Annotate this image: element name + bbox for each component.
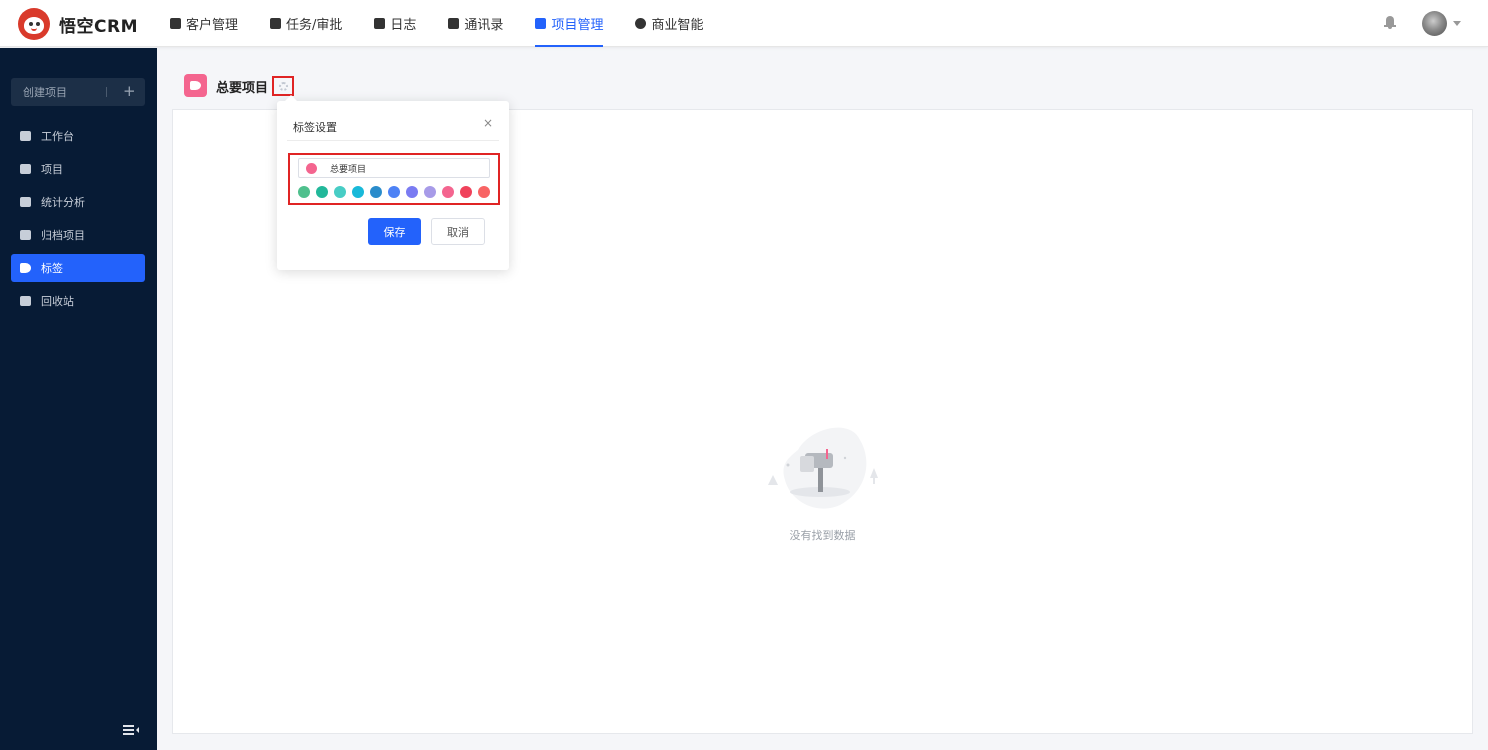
list-icon: [20, 164, 31, 174]
divider: [287, 140, 499, 141]
sidebar-item-recycle-bin[interactable]: 回收站: [11, 287, 145, 315]
color-swatch[interactable]: [460, 186, 472, 198]
plus-icon[interactable]: +: [123, 82, 136, 100]
briefcase-icon: [270, 18, 282, 29]
nav-item-label: 通讯录: [464, 18, 504, 33]
selected-color-dot: [306, 162, 317, 174]
color-swatches: [298, 186, 496, 198]
monkey-logo-icon: [18, 8, 50, 40]
nav-item-projects[interactable]: 项目管理: [535, 0, 604, 47]
nav-item-label: 任务/审批: [286, 18, 343, 33]
color-swatch[interactable]: [478, 186, 490, 198]
nav-item-label: 日志: [390, 18, 417, 33]
logo-text: 悟空CRM: [59, 16, 138, 37]
empty-state-text: 没有找到数据: [789, 529, 856, 542]
save-button[interactable]: 保存: [368, 218, 421, 245]
color-swatch[interactable]: [334, 186, 346, 198]
tag-settings-popover: 标签设置 × 保存 取消: [277, 95, 509, 270]
nav-item-journal[interactable]: 日志: [374, 0, 416, 47]
nav-item-label: 客户管理: [186, 18, 239, 33]
bell-icon[interactable]: [1384, 16, 1396, 29]
app-logo[interactable]: 悟空CRM: [18, 8, 138, 40]
building-icon: [170, 18, 181, 29]
nav-item-bi[interactable]: 商业智能: [635, 0, 703, 47]
tag-name-field[interactable]: [298, 158, 490, 178]
sidebar-item-label: 归档项目: [41, 229, 85, 242]
page-title: 总要项目: [216, 81, 269, 96]
sidebar-item-label: 回收站: [41, 295, 74, 308]
shield-icon: [635, 18, 647, 29]
sidebar-item-label: 项目: [41, 163, 63, 176]
color-swatch[interactable]: [424, 186, 436, 198]
collapse-sidebar-icon[interactable]: [123, 724, 139, 736]
bar-chart-icon: [20, 197, 31, 207]
monitor-icon: [20, 131, 31, 141]
sidebar-item-project[interactable]: 项目: [11, 155, 145, 183]
create-project-button[interactable]: 创建项目 +: [11, 78, 145, 106]
cancel-button[interactable]: 取消: [431, 218, 485, 245]
popover-title: 标签设置: [293, 121, 337, 134]
journal-icon: [374, 18, 386, 29]
avatar[interactable]: [1422, 11, 1447, 36]
color-swatch[interactable]: [406, 186, 418, 198]
sidebar-item-archive[interactable]: 归档项目: [11, 221, 145, 249]
top-navbar: 悟空CRM 客户管理 任务/审批 日志 通讯录 项目管理 商业智能: [0, 0, 1488, 47]
nav-item-label: 项目管理: [551, 18, 604, 33]
color-swatch[interactable]: [388, 186, 400, 198]
sidebar-item-tags[interactable]: 标签: [11, 254, 145, 282]
sidebar-menu: 工作台 项目 统计分析 归档项目 标签 回收站: [11, 122, 145, 320]
color-swatch[interactable]: [352, 186, 364, 198]
main-nav: 客户管理 任务/审批 日志 通讯录 项目管理 商业智能: [170, 0, 735, 47]
sidebar: 创建项目 + 工作台 项目 统计分析 归档项目 标签 回收站: [0, 48, 157, 750]
close-icon[interactable]: ×: [483, 116, 493, 130]
divider: [106, 87, 107, 97]
nav-item-label: 商业智能: [651, 18, 704, 33]
chevron-down-icon[interactable]: [1453, 21, 1461, 26]
tag-settings-button[interactable]: [272, 76, 294, 96]
color-swatch[interactable]: [316, 186, 328, 198]
tag-name-input[interactable]: [330, 163, 480, 173]
empty-mailbox-icon: [768, 427, 878, 509]
sidebar-item-label: 标签: [41, 262, 63, 275]
archive-icon: [20, 230, 31, 240]
nav-item-tasks[interactable]: 任务/审批: [270, 0, 342, 47]
gear-icon: [279, 82, 288, 91]
tag-badge-icon: [184, 74, 207, 97]
sidebar-item-workbench[interactable]: 工作台: [11, 122, 145, 150]
nav-item-customers[interactable]: 客户管理: [170, 0, 238, 47]
trash-icon: [20, 296, 31, 306]
nav-item-contacts[interactable]: 通讯录: [448, 0, 503, 47]
sidebar-item-label: 工作台: [41, 130, 74, 143]
project-icon: [535, 18, 547, 29]
color-swatch[interactable]: [370, 186, 382, 198]
color-swatch[interactable]: [298, 186, 310, 198]
sidebar-item-statistics[interactable]: 统计分析: [11, 188, 145, 216]
sidebar-item-label: 统计分析: [41, 196, 85, 209]
create-project-label: 创建项目: [23, 86, 67, 99]
tag-edit-section: [288, 153, 500, 205]
tag-icon: [20, 263, 31, 273]
color-swatch[interactable]: [442, 186, 454, 198]
contacts-icon: [448, 18, 460, 29]
